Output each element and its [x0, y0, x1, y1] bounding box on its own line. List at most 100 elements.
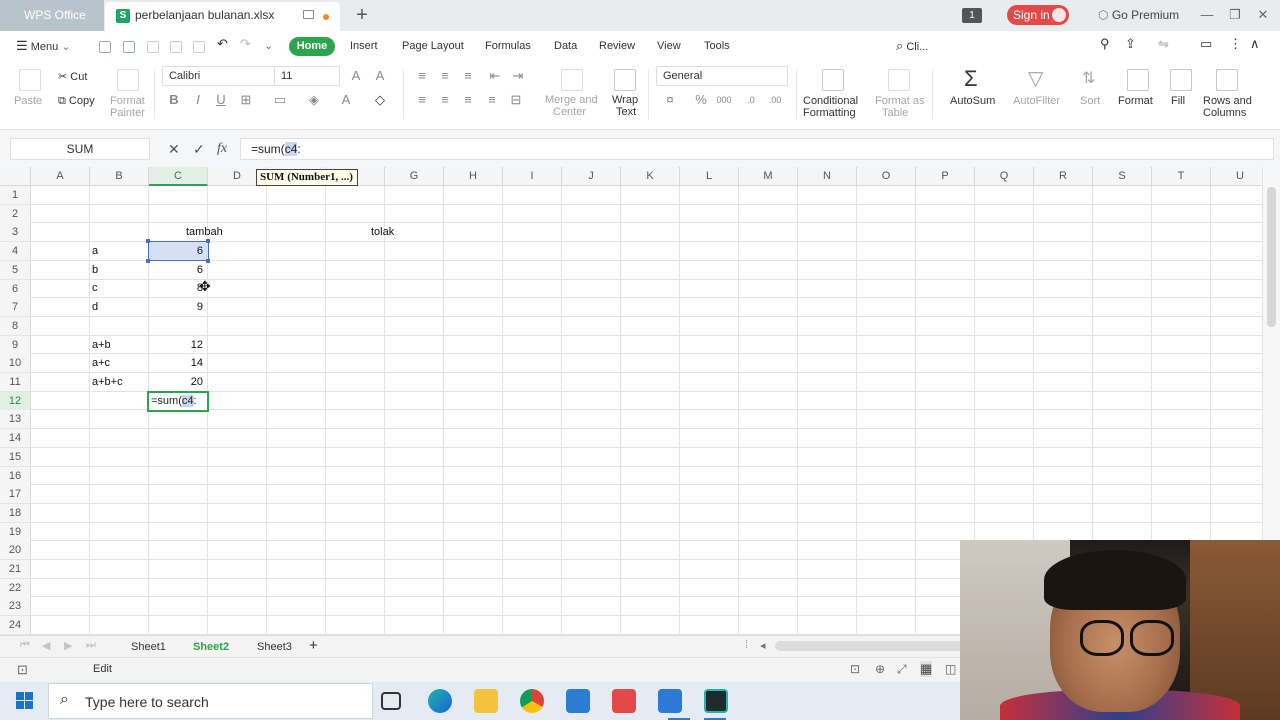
tab-count-badge[interactable]: 1 [962, 8, 982, 23]
font-name-select[interactable]: Calibri [162, 66, 276, 86]
cell-b10[interactable]: a+c [89, 354, 148, 373]
column-header-t[interactable]: T [1152, 167, 1211, 186]
distributed-icon[interactable]: ⊟ [508, 92, 524, 108]
align-top-icon[interactable]: ≡ [414, 68, 430, 84]
format-painter-label-2[interactable]: Painter [110, 107, 145, 120]
format-painter-icon[interactable] [117, 69, 139, 91]
cell-c4[interactable]: 6 [148, 242, 207, 261]
tab-review[interactable]: Review [599, 39, 635, 53]
format-as-table-icon[interactable] [888, 69, 910, 91]
column-header-s[interactable]: S [1093, 167, 1152, 186]
merge-center-icon[interactable] [561, 69, 583, 91]
column-header-a[interactable]: A [31, 167, 90, 186]
row-header-10[interactable]: 10 [0, 354, 31, 374]
row-header-17[interactable]: 17 [0, 485, 31, 505]
indent-decrease-icon[interactable]: ⇤ [487, 68, 503, 84]
print-icon[interactable] [170, 41, 182, 53]
align-middle-icon[interactable]: ≡ [437, 68, 453, 84]
bold-icon[interactable]: B [166, 92, 182, 108]
wps-writer-icon[interactable] [658, 689, 682, 713]
redo-icon[interactable]: ↷ [240, 37, 251, 51]
indent-increase-icon[interactable]: ⇥ [510, 68, 526, 84]
row-header-5[interactable]: 5 [0, 260, 31, 280]
sheet-tab-sheet2[interactable]: Sheet2 [193, 639, 229, 655]
go-premium-button[interactable]: ⬡ Go Premium [1098, 7, 1179, 23]
fill-label[interactable]: Fill [1171, 95, 1185, 108]
gift-icon[interactable] [612, 689, 636, 713]
format-icon[interactable] [1127, 69, 1149, 91]
column-header-m[interactable]: M [739, 167, 798, 186]
paste-icon[interactable] [19, 69, 41, 91]
row-header-9[interactable]: 9 [0, 335, 31, 355]
justify-icon[interactable]: ≡ [484, 92, 500, 108]
column-header-h[interactable]: H [444, 167, 503, 186]
next-sheet-icon[interactable]: ▶ [64, 639, 72, 652]
number-format-select[interactable]: General [656, 66, 788, 86]
cancel-icon[interactable]: ✕ [168, 139, 180, 159]
cell-b6[interactable]: c [89, 279, 148, 298]
rows-columns-icon[interactable] [1216, 69, 1238, 91]
tab-page-layout[interactable]: Page Layout [402, 39, 464, 53]
cell-c11[interactable]: 20 [148, 373, 207, 392]
row-header-19[interactable]: 19 [0, 522, 31, 542]
paste-label[interactable]: Paste [14, 95, 42, 108]
row-header-11[interactable]: 11 [0, 373, 31, 392]
font-color-icon[interactable]: A [338, 92, 354, 108]
open-icon[interactable] [99, 41, 111, 53]
row-header-22[interactable]: 22 [0, 578, 31, 598]
first-sheet-icon[interactable]: ⏮ [20, 639, 30, 652]
filter-icon[interactable]: ▽ [1028, 67, 1043, 91]
fill-color-icon[interactable]: ◈ [306, 92, 322, 108]
windows-start-icon[interactable] [16, 692, 34, 710]
upload-icon[interactable]: ⇪ [1125, 37, 1136, 51]
print-preview-icon[interactable] [193, 41, 205, 53]
tab-tools[interactable]: Tools [704, 39, 730, 53]
underline-icon[interactable]: U [213, 92, 229, 108]
clear-icon[interactable]: ◇ [372, 92, 388, 108]
tab-formulas[interactable]: Formulas [485, 39, 531, 53]
cell-c3[interactable]: tambah [183, 223, 263, 242]
task-view-icon[interactable] [381, 692, 401, 710]
eye-protection-icon[interactable]: ⊕ [875, 662, 885, 676]
row-header-1[interactable]: 1 [0, 186, 31, 205]
row-header-7[interactable]: 7 [0, 298, 31, 318]
row-header-8[interactable]: 8 [0, 316, 31, 336]
sort-icon[interactable]: ⇅ [1082, 67, 1095, 91]
column-header-u[interactable]: U [1211, 167, 1262, 186]
macro-icon[interactable]: ⊡ [17, 662, 28, 678]
align-center-icon[interactable]: ≡ [437, 92, 453, 108]
more-icon[interactable]: ⋮ [1229, 37, 1242, 51]
restore-icon[interactable]: ❐ [1226, 6, 1244, 24]
save-icon[interactable] [123, 41, 135, 53]
sign-in-button[interactable]: Sign in [1007, 5, 1069, 25]
menu-button[interactable]: ☰ Menu ⌄ [16, 39, 71, 54]
italic-icon[interactable]: I [190, 92, 206, 108]
row-header-21[interactable]: 21 [0, 560, 31, 579]
column-header-o[interactable]: O [857, 167, 916, 186]
row-header-16[interactable]: 16 [0, 466, 31, 486]
new-tab-button[interactable]: + [352, 4, 372, 26]
add-sheet-button[interactable]: + [309, 638, 318, 653]
row-header-2[interactable]: 2 [0, 204, 31, 224]
command-search[interactable]: ⌕ Cli... [896, 39, 928, 54]
autofilter-label[interactable]: AutoFilter [1013, 95, 1060, 108]
sort-label[interactable]: Sort [1080, 95, 1100, 108]
undo-icon[interactable]: ↶ [217, 37, 228, 51]
column-header-c[interactable]: C [149, 167, 208, 186]
row-header-20[interactable]: 20 [0, 541, 31, 561]
decrease-font-icon[interactable]: A [372, 68, 388, 84]
column-header-j[interactable]: J [562, 167, 621, 186]
decrease-decimal-icon[interactable]: .00 [767, 92, 783, 108]
normal-view-icon[interactable]: ▦ [920, 661, 933, 677]
row-header-14[interactable]: 14 [0, 429, 31, 449]
file-explorer-icon[interactable] [474, 689, 498, 713]
row-header-4[interactable]: 4 [0, 242, 31, 262]
row-header-12[interactable]: 12 [0, 391, 31, 411]
select-all-corner[interactable] [0, 167, 31, 186]
collapse-ribbon-icon[interactable]: ∧ [1250, 37, 1260, 51]
column-header-b[interactable]: B [90, 167, 149, 186]
cell-c7[interactable]: 9 [148, 298, 207, 317]
screen-recorder-icon[interactable] [704, 689, 728, 713]
merge-label-2[interactable]: Center [553, 106, 586, 119]
cell-b11[interactable]: a+b+c [89, 373, 148, 392]
